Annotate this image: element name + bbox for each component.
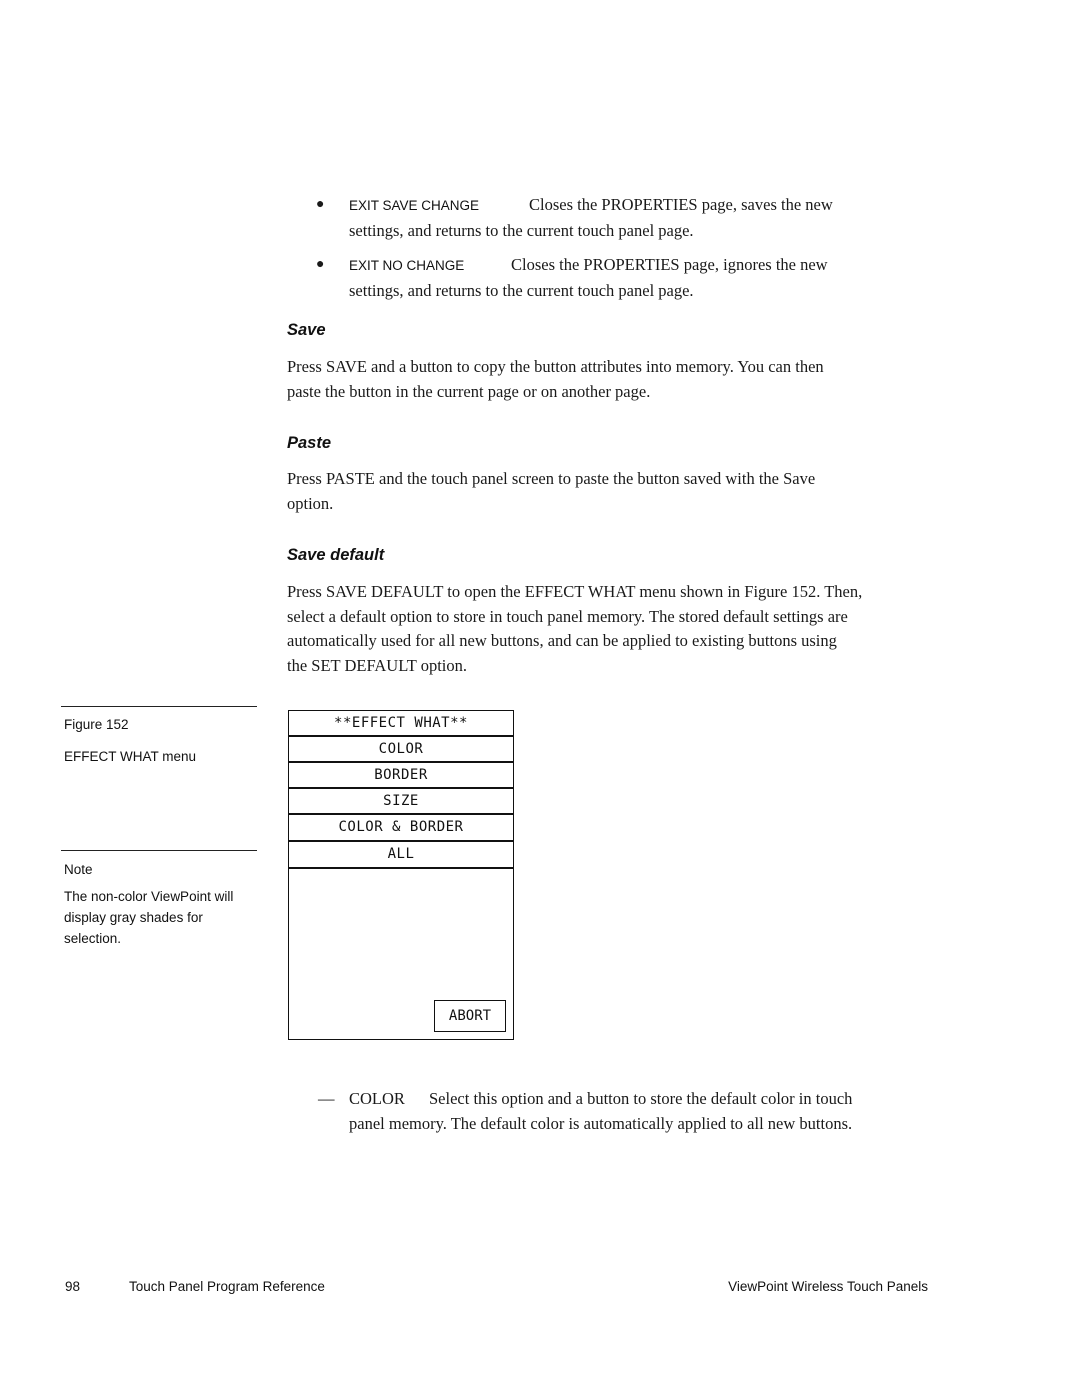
bullet-exit-save-change: ● EXIT SAVE CHANGE Closes the PROPERTIES …: [316, 193, 876, 243]
term-description-cont: settings, and returns to the current tou…: [349, 220, 694, 240]
footer-left-title: Touch Panel Program Reference: [129, 1279, 325, 1294]
effect-what-menu: **EFFECT WHAT** COLOR BORDER SIZE COLOR …: [288, 710, 514, 1040]
footer-right-title: ViewPoint Wireless Touch Panels: [728, 1279, 928, 1294]
bullet-icon: ●: [316, 257, 325, 272]
dash-marker: —: [318, 1089, 335, 1108]
page-number: 98: [65, 1279, 81, 1294]
note-divider: [61, 850, 257, 851]
section-body-save: Press SAVE and a button to copy the butt…: [287, 355, 927, 404]
note-line: The non-color ViewPoint will: [64, 889, 234, 904]
figure-caption: EFFECT WHAT menu: [64, 749, 197, 764]
menu-title: **EFFECT WHAT**: [289, 711, 513, 737]
term-description: Closes the PROPERTIES page, saves the ne…: [529, 195, 833, 214]
term-label: EXIT NO CHANGE: [349, 258, 465, 273]
menu-item-border[interactable]: BORDER: [289, 763, 513, 789]
section-body-paste: Press PASTE and the touch panel screen t…: [287, 467, 927, 516]
paragraph-line: select a default option to store in touc…: [287, 606, 848, 626]
note-line: selection.: [64, 931, 122, 946]
menu-item-color[interactable]: COLOR: [289, 737, 513, 763]
note-text: The non-color ViewPoint will display gra…: [64, 886, 233, 949]
abort-button[interactable]: ABORT: [434, 1000, 506, 1032]
menu-item-color-and-border[interactable]: COLOR & BORDER: [289, 815, 513, 842]
menu-item-size[interactable]: SIZE: [289, 789, 513, 815]
note-line: display gray shades for: [64, 910, 203, 925]
option-term: COLOR: [349, 1089, 405, 1108]
option-description: Select this option and a button to store…: [429, 1089, 853, 1108]
section-heading-paste: Paste: [287, 434, 332, 452]
section-heading-save: Save: [287, 321, 326, 339]
bullet-exit-no-change: ● EXIT NO CHANGE Closes the PROPERTIES pa…: [316, 253, 876, 303]
term-label: EXIT SAVE CHANGE: [349, 198, 480, 213]
bullet-icon: ●: [316, 197, 325, 212]
paragraph-line: Press SAVE DEFAULT to open the EFFECT WH…: [287, 582, 863, 601]
figure-label: Figure 152: [64, 717, 129, 732]
figure-divider: [61, 706, 257, 707]
paragraph-line: paste the button in the current page or …: [287, 381, 651, 401]
section-heading-save-default: Save default: [287, 546, 385, 564]
paragraph-line: Press PASTE and the touch panel screen t…: [287, 469, 816, 488]
menu-item-all[interactable]: ALL: [289, 842, 513, 869]
paragraph-line: Press SAVE and a button to copy the butt…: [287, 357, 824, 376]
paragraph-line: option.: [287, 493, 334, 513]
note-label: Note: [64, 862, 93, 877]
term-description: Closes the PROPERTIES page, ignores the …: [511, 255, 828, 274]
paragraph-line: automatically used for all new buttons, …: [287, 631, 837, 651]
term-description-cont: settings, and returns to the current tou…: [349, 280, 694, 300]
option-color: — COLOR Select this option and a button t…: [318, 1087, 928, 1136]
section-body-save-default: Press SAVE DEFAULT to open the EFFECT WH…: [287, 580, 927, 678]
paragraph-line: the SET DEFAULT option.: [287, 655, 467, 675]
option-description-cont: panel memory. The default color is autom…: [349, 1113, 853, 1133]
